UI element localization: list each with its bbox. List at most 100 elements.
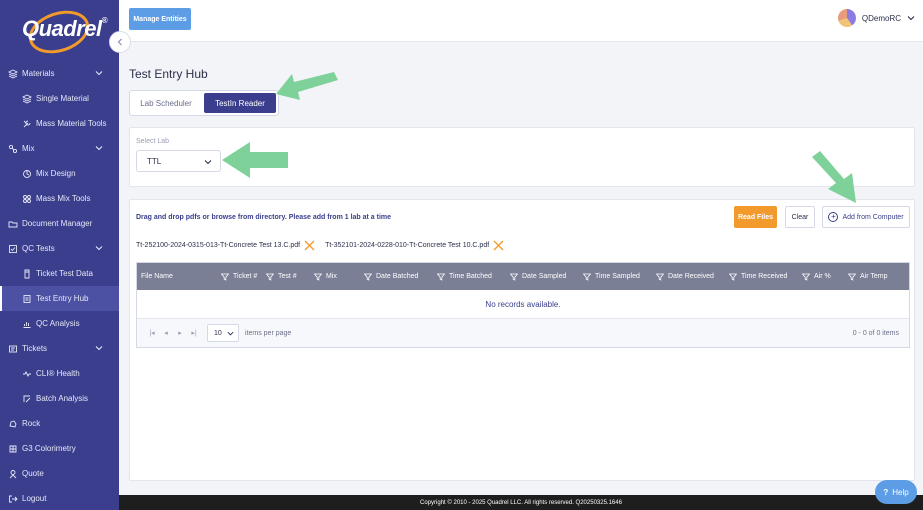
sidebar-item-mass-material-tools[interactable]: Mass Material Tools [0, 111, 119, 136]
last-page-icon[interactable]: ▸| [187, 329, 201, 337]
colorimetry-icon [7, 443, 18, 454]
read-files-button[interactable]: Read Files [734, 206, 777, 228]
pager-info: 0 - 0 of 0 items [852, 329, 899, 337]
filter-icon[interactable] [729, 273, 737, 281]
quadrel-logo[interactable]: Quadrel® [18, 3, 108, 61]
green-arrow-icon [222, 142, 288, 178]
rock-icon [7, 418, 18, 429]
hub-icon [21, 293, 32, 304]
lab-dropdown[interactable]: TTL [136, 150, 221, 172]
column-header[interactable]: Mix [310, 263, 360, 290]
sidebar-item-label: Mix Design [36, 169, 76, 178]
column-header[interactable]: Time Sampled [579, 263, 652, 290]
sidebar-item-batch-analysis[interactable]: Batch Analysis [0, 386, 119, 411]
column-label: Time Received [741, 273, 788, 280]
filter-icon[interactable] [583, 273, 591, 281]
filter-icon[interactable] [802, 273, 810, 281]
clear-button[interactable]: Clear [785, 206, 815, 228]
sidebar-item-label: G3 Colorimetry [22, 444, 76, 453]
sidebar-item-label: QC Analysis [36, 319, 80, 328]
grid-pager: |◂ ◂ ▸ ▸| 10 items per page 0 - 0 of 0 i… [137, 319, 909, 347]
column-label: Time Batched [449, 273, 492, 280]
layers-icon [21, 93, 32, 104]
column-header[interactable]: Date Batched [360, 263, 433, 290]
mix-design-icon [21, 168, 32, 179]
logout-icon [7, 493, 18, 504]
column-header[interactable]: Date Received [652, 263, 725, 290]
sidebar-item-materials[interactable]: Materials [0, 61, 119, 86]
selected-files: Tt-252100-2024-0315-013-Tt-Concrete Test… [136, 240, 514, 251]
sidebar-item-qc-analysis[interactable]: QC Analysis [0, 311, 119, 336]
filter-icon[interactable] [364, 273, 372, 281]
tab-testin-reader[interactable]: TestIn Reader [204, 93, 276, 113]
column-label: Mix [326, 273, 337, 280]
column-label: Air % [814, 273, 831, 280]
user-menu[interactable]: QDemoRC [837, 9, 915, 27]
sidebar-item-label: Logout [22, 494, 47, 503]
column-header[interactable]: Ticket # [217, 263, 262, 290]
sidebar-item-label: Tickets [22, 344, 48, 353]
column-header[interactable]: Test # [262, 263, 310, 290]
remove-file-icon[interactable] [493, 240, 504, 251]
collapse-sidebar-button[interactable] [109, 31, 131, 53]
sidebar-item-label: Mix [22, 144, 35, 153]
sidebar-item-cli-health[interactable]: CLI® Health [0, 361, 119, 386]
first-page-icon[interactable]: |◂ [145, 329, 159, 337]
column-header[interactable]: Air % [798, 263, 844, 290]
layers-icon [7, 68, 18, 79]
chevron-down-icon [95, 346, 103, 351]
filter-icon[interactable] [221, 273, 229, 281]
sidebar-item-tickets[interactable]: Tickets [0, 336, 119, 361]
file-chip: Tt-352101-2024-0228-010-Tt-Concrete Test… [325, 240, 504, 251]
add-from-computer-button[interactable]: + Add from Computer [822, 206, 910, 228]
tab-lab-scheduler[interactable]: Lab Scheduler [130, 91, 202, 115]
sidebar-item-g3-colorimetry[interactable]: G3 Colorimetry [0, 436, 119, 461]
page-title: Test Entry Hub [129, 67, 208, 81]
chevron-left-icon [117, 38, 122, 46]
prev-page-icon[interactable]: ◂ [159, 329, 173, 337]
column-label: Date Received [668, 273, 714, 280]
filter-icon[interactable] [510, 273, 518, 281]
column-label: Test # [278, 273, 297, 280]
column-header[interactable]: Date Sampled [506, 263, 579, 290]
sidebar-item-test-entry-hub[interactable]: Test Entry Hub [0, 286, 119, 311]
chevron-down-icon [907, 16, 915, 21]
file-chip: Tt-252100-2024-0315-013-Tt-Concrete Test… [136, 240, 315, 251]
add-from-computer-label: Add from Computer [842, 213, 904, 221]
next-page-icon[interactable]: ▸ [173, 329, 187, 337]
column-header[interactable]: Air Temp [844, 263, 900, 290]
top-bar: Manage Entities QDemoRC [119, 0, 923, 42]
green-arrow-icon [276, 72, 338, 100]
upload-card: Drag and drop pdfs or browse from direct… [129, 199, 915, 481]
sidebar-item-mix[interactable]: Mix [0, 136, 119, 161]
sidebar-item-quote[interactable]: Quote [0, 461, 119, 486]
column-header[interactable]: Time Received [725, 263, 798, 290]
page-size-dropdown[interactable]: 10 [207, 324, 239, 342]
filter-icon[interactable] [437, 273, 445, 281]
items-per-page-label: items per page [245, 329, 292, 337]
sidebar-item-mass-mix-tools[interactable]: Mass Mix Tools [0, 186, 119, 211]
sidebar-item-label: Rock [22, 419, 41, 428]
sidebar-item-mix-design[interactable]: Mix Design [0, 161, 119, 186]
filter-icon[interactable] [314, 273, 322, 281]
sidebar-item-single-material[interactable]: Single Material [0, 86, 119, 111]
sidebar-item-document-manager[interactable]: Document Manager [0, 211, 119, 236]
column-header[interactable]: Time Batched [433, 263, 506, 290]
help-button[interactable]: ? Help [875, 480, 917, 504]
file-name: Tt-352101-2024-0228-010-Tt-Concrete Test… [325, 242, 490, 249]
filter-icon[interactable] [266, 273, 274, 281]
manage-entities-button[interactable]: Manage Entities [129, 8, 191, 30]
column-label: File Name [141, 273, 173, 280]
sidebar-item-logout[interactable]: Logout [0, 486, 119, 510]
filter-icon[interactable] [848, 273, 856, 281]
sidebar-item-rock[interactable]: Rock [0, 411, 119, 436]
sidebar-item-qc-tests[interactable]: QC Tests [0, 236, 119, 261]
sidebar-item-label: Document Manager [22, 219, 93, 228]
column-header[interactable]: File Name [137, 263, 217, 290]
column-label: Ticket # [233, 273, 258, 280]
sidebar-item-ticket-test-data[interactable]: Ticket Test Data [0, 261, 119, 286]
filter-icon[interactable] [656, 273, 664, 281]
remove-file-icon[interactable] [304, 240, 315, 251]
green-arrow-icon [812, 151, 856, 203]
chevron-down-icon [95, 146, 103, 151]
